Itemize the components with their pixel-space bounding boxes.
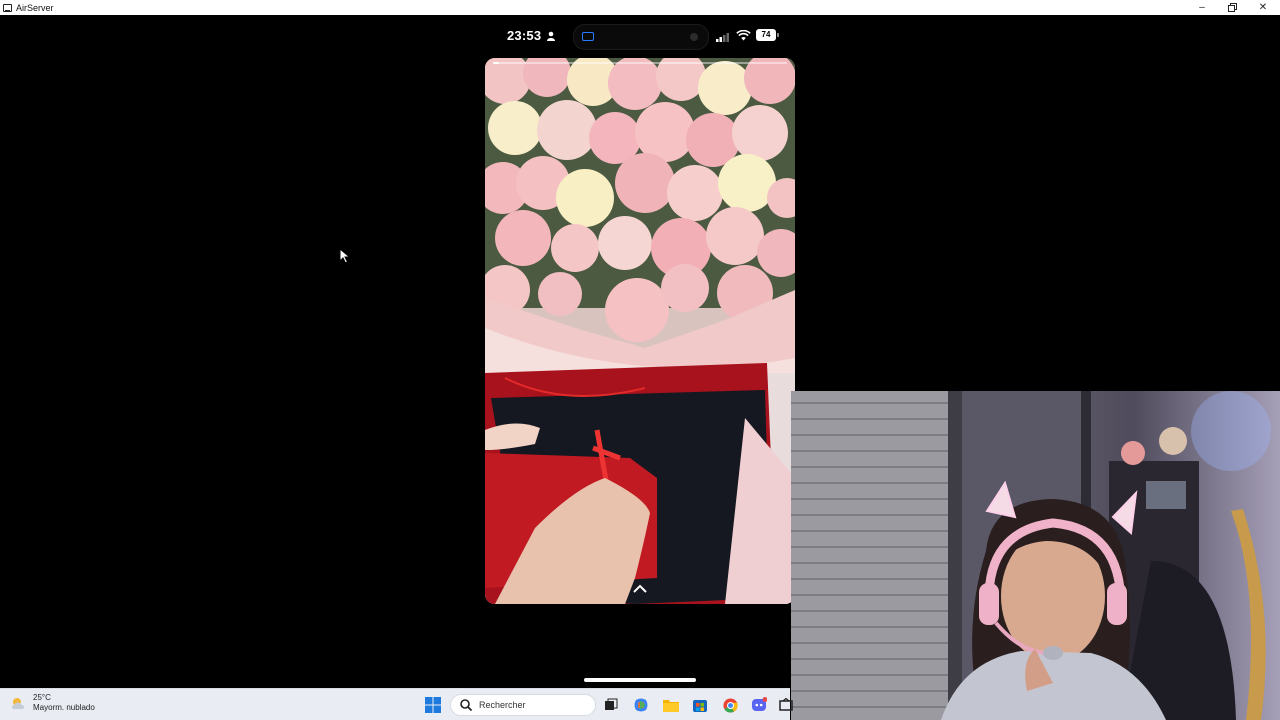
task-view-icon[interactable] bbox=[603, 697, 619, 713]
status-time: 23:53 bbox=[507, 28, 542, 43]
search-icon bbox=[460, 699, 473, 712]
screen-mirroring-icon bbox=[582, 32, 594, 41]
window-titlebar: AirServer – ✕ bbox=[0, 0, 1280, 15]
window-blinds bbox=[791, 391, 951, 720]
chevron-up-icon[interactable] bbox=[632, 584, 648, 594]
weather-widget[interactable]: 25°C Mayorm. nublado bbox=[10, 693, 95, 713]
app-icon[interactable] bbox=[778, 697, 794, 713]
story-view[interactable] bbox=[485, 58, 795, 604]
minimize-icon[interactable]: – bbox=[1187, 0, 1217, 15]
windows-taskbar: 25°C Mayorm. nublado Rechercher bbox=[0, 688, 793, 720]
store-icon[interactable] bbox=[692, 697, 708, 713]
wifi-icon bbox=[736, 30, 751, 41]
dynamic-island bbox=[573, 24, 709, 50]
weather-condition: Mayorm. nublado bbox=[33, 703, 95, 712]
roses-gift-photo bbox=[485, 58, 795, 604]
story-progress-bar bbox=[493, 62, 787, 64]
battery-indicator: 74 bbox=[756, 29, 779, 41]
weather-temperature: 25°C bbox=[33, 693, 51, 702]
partly-cloudy-icon bbox=[10, 696, 28, 710]
webcam-overlay bbox=[791, 391, 1280, 720]
search-placeholder: Rechercher bbox=[479, 700, 526, 710]
streamer-webcam-image bbox=[791, 391, 1280, 720]
windows-start-icon[interactable] bbox=[425, 697, 441, 713]
file-explorer-icon[interactable] bbox=[663, 697, 679, 713]
story-progress-fill bbox=[493, 62, 499, 64]
taskbar-search-box[interactable]: Rechercher bbox=[450, 694, 596, 716]
phone-status-bar: 23:53 74 bbox=[485, 22, 795, 52]
close-icon[interactable]: ✕ bbox=[1248, 0, 1278, 15]
copilot-icon[interactable] bbox=[633, 697, 649, 713]
discord-icon[interactable] bbox=[751, 697, 767, 713]
mouse-cursor-icon bbox=[339, 248, 351, 264]
restore-icon[interactable] bbox=[1217, 0, 1247, 15]
airserver-app-icon bbox=[3, 3, 12, 12]
cellular-signal-icon bbox=[716, 33, 729, 42]
person-icon bbox=[547, 31, 555, 41]
home-indicator[interactable] bbox=[584, 678, 696, 682]
camera-icon bbox=[690, 33, 698, 41]
window-title: AirServer bbox=[16, 2, 54, 13]
chrome-icon[interactable] bbox=[722, 697, 738, 713]
